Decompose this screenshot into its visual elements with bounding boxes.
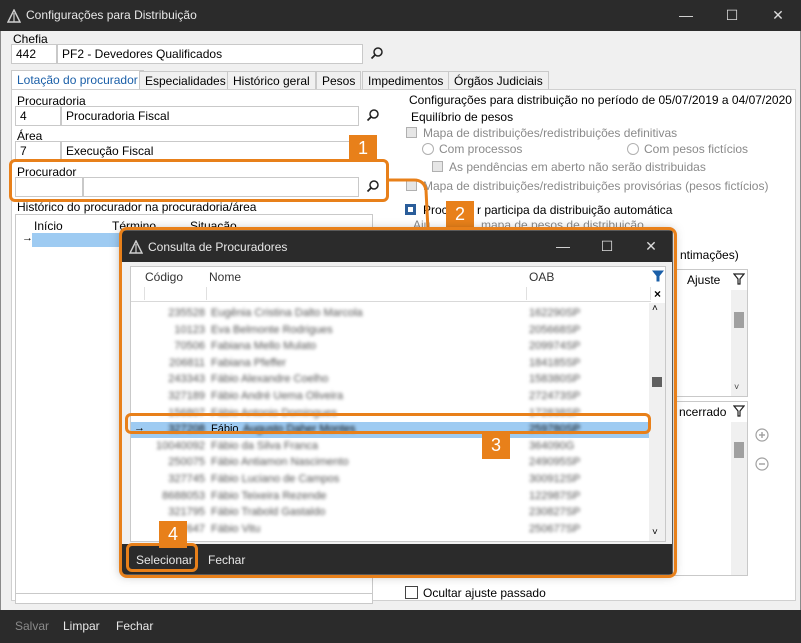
historico-col-inicio: Início	[34, 219, 63, 233]
tab-historico-geral[interactable]: Histórico geral	[227, 71, 316, 89]
procuradoria-name-field[interactable]: Procuradoria Fiscal	[61, 106, 359, 126]
pendencias-checkbox[interactable]	[432, 161, 443, 172]
search-icon	[370, 47, 383, 60]
com-processos-radio[interactable]	[422, 143, 434, 155]
minimize-button[interactable]: —	[663, 0, 709, 31]
filter-icon[interactable]	[733, 405, 745, 417]
com-pesos-ficticios-label: Com pesos fictícios	[644, 142, 749, 156]
mapa-definitivas-label: Mapa de distribuições/redistribuições de…	[423, 126, 678, 140]
ajuste-col-header: Ajuste	[687, 273, 721, 287]
period-text: Configurações para distribuição no perío…	[409, 93, 792, 107]
callout-badge-1: 1	[349, 135, 377, 162]
historico-label: Histórico do procurador na procuradoria/…	[17, 200, 257, 214]
ocultar-ajuste-checkbox[interactable]	[405, 586, 418, 599]
tab-orgaos-judiciais[interactable]: Órgãos Judiciais	[448, 71, 549, 89]
mapa-definitivas-checkbox[interactable]	[406, 127, 417, 138]
remove-icon[interactable]	[755, 457, 769, 471]
filter-icon[interactable]	[733, 273, 745, 285]
historico-divider	[15, 593, 373, 594]
procuradoria-search-button[interactable]	[363, 106, 383, 126]
fechar-button[interactable]: Fechar	[116, 619, 153, 633]
ajuste-grid: Ajuste ˅	[674, 269, 748, 397]
scroll-down-icon[interactable]: ˅	[734, 382, 739, 392]
tab-lotacao[interactable]: Lotação do procurador	[11, 70, 144, 90]
intimacoes-label: ntimações)	[680, 248, 739, 262]
participa-label-suffix: r participa da distribuição automática	[477, 203, 673, 217]
scroll-thumb[interactable]	[734, 312, 744, 328]
main-title-bar: Configurações para Distribuição — ☐ ✕	[0, 0, 801, 31]
intimacoes-area: ntimações)	[674, 235, 784, 265]
area-name-field[interactable]: Execução Fiscal	[61, 141, 359, 161]
equilibrio-label: Equilíbrio de pesos	[411, 110, 514, 124]
search-icon	[366, 109, 379, 122]
ocultar-ajuste-label: Ocultar ajuste passado	[423, 586, 546, 600]
salvar-button[interactable]: Salvar	[15, 619, 49, 633]
callout-box-2-dialog	[119, 227, 677, 578]
callout-box-1	[9, 159, 389, 202]
tab-pesos[interactable]: Pesos	[316, 71, 362, 89]
encerrado-col-header: ncerrado	[679, 405, 727, 419]
ajuste-scrollbar[interactable]: ˅	[731, 290, 747, 396]
tab-impedimentos[interactable]: Impedimentos	[362, 71, 450, 89]
app-logo-icon	[7, 9, 21, 23]
pendencias-label: As pendências em aberto não serão distri…	[449, 160, 706, 174]
maximize-button[interactable]: ☐	[709, 0, 755, 31]
encerrado-scrollbar[interactable]	[731, 422, 747, 575]
scroll-thumb[interactable]	[734, 442, 744, 458]
encerrado-grid: ncerrado	[674, 401, 748, 576]
chefia-code-field[interactable]: 442	[11, 44, 57, 64]
com-processos-label: Com processos	[439, 142, 523, 156]
procuradoria-code-field[interactable]: 4	[15, 106, 61, 126]
add-icon[interactable]	[755, 428, 769, 442]
historico-selected-row[interactable]	[32, 233, 132, 247]
bottom-toolbar: Salvar Limpar Fechar	[0, 610, 801, 643]
tab-especialidades[interactable]: Especialidades	[139, 71, 232, 89]
mapa-provisorias-label: Mapa de distribuições/redistribuições pr…	[423, 179, 769, 193]
chefia-name-field[interactable]: PF2 - Devedores Qualificados	[57, 44, 363, 64]
com-pesos-ficticios-radio[interactable]	[627, 143, 639, 155]
limpar-button[interactable]: Limpar	[63, 619, 100, 633]
callout-badge-2: 2	[446, 201, 474, 228]
window-title: Configurações para Distribuição	[26, 8, 197, 22]
chefia-search-button[interactable]	[367, 44, 387, 64]
area-code-field[interactable]: 7	[15, 141, 61, 161]
close-button[interactable]: ✕	[755, 0, 801, 31]
